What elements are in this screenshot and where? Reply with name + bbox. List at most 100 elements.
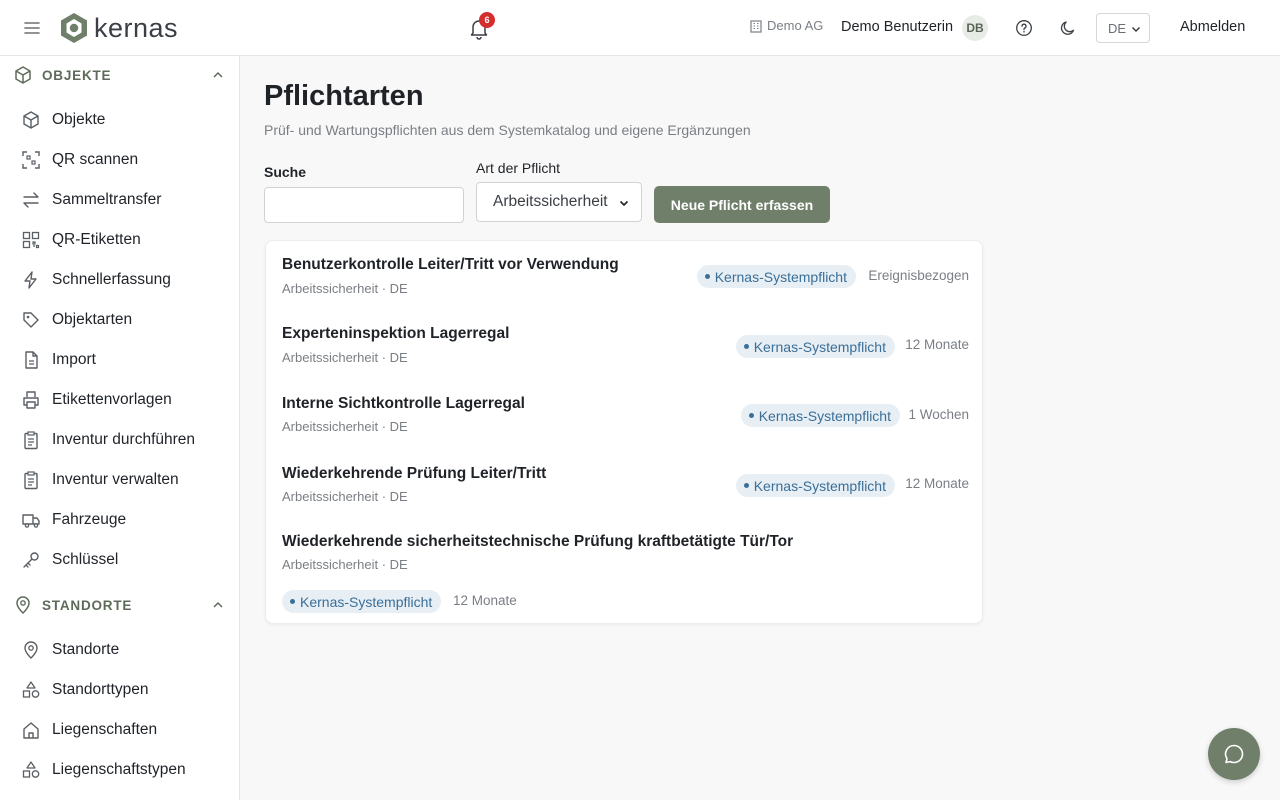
badge-label: Kernas-Systempflicht — [300, 593, 433, 610]
file-icon — [25, 351, 38, 369]
sidebar-section-objekte[interactable]: OBJEKTE — [0, 57, 240, 93]
duty-interval: Ereignisbezogen — [868, 268, 969, 283]
sidebar-item-label: Liegenschaftstypen — [52, 761, 186, 778]
logout-button[interactable]: Abmelden — [1180, 19, 1245, 35]
sidebar-item-label: Schlüssel — [52, 551, 119, 568]
sidebar: OBJEKTE Objekte QR scannen Sammeltransfe… — [0, 56, 240, 800]
chevron-down-icon — [1131, 26, 1141, 33]
badge-label: Kernas-Systempflicht — [753, 338, 886, 355]
sidebar-item-label: Standorte — [52, 641, 120, 658]
clipboard-icon — [24, 431, 38, 450]
qr-scan-icon — [22, 151, 40, 169]
language-select[interactable]: DE — [1096, 13, 1150, 43]
cube-icon — [23, 111, 39, 129]
tag-icon — [23, 312, 39, 328]
search-input[interactable] — [264, 187, 464, 223]
badge-dot — [704, 274, 710, 279]
sidebar-item-schluessel[interactable]: Schlüssel — [0, 540, 240, 580]
duty-type-select[interactable]: Arbeitssicherheit — [476, 182, 642, 222]
page-subtitle: Prüf- und Wartungspflichten aus dem Syst… — [264, 122, 751, 138]
sidebar-item-objekte[interactable]: Objekte — [0, 100, 240, 140]
logo-wordmark: kernas — [94, 12, 179, 43]
list-item[interactable]: Experteninspektion Lagerregal Arbeitssic… — [266, 310, 984, 379]
chevron-up-icon — [213, 601, 223, 608]
sidebar-item-label: Fahrzeuge — [52, 511, 127, 528]
lightning-icon — [24, 271, 37, 289]
system-duty-badge: Kernas-Systempflicht — [735, 335, 895, 358]
user-name[interactable]: Demo Benutzerin — [841, 19, 953, 35]
sidebar-item-label: Sammeltransfer — [52, 191, 162, 208]
top-header: kernas 6 Demo AG Demo Benutzerin DB DE A… — [0, 0, 1280, 56]
badge-dot — [290, 599, 295, 604]
sidebar-item-label: Etikettenvorlagen — [52, 391, 172, 408]
sidebar-section-label: STANDORTE — [42, 597, 133, 613]
sidebar-item-etikettenvorlagen[interactable]: Etikettenvorlagen — [0, 380, 240, 420]
sidebar-item-label: Objektarten — [52, 311, 133, 328]
duty-meta: Arbeitssicherheit · DE — [282, 350, 408, 365]
transfer-arrows-icon — [23, 192, 39, 208]
system-duty-badge: Kernas-Systempflicht — [740, 404, 900, 427]
duty-interval: 12 Monate — [905, 476, 969, 491]
sidebar-item-label: Inventur durchführen — [52, 431, 196, 448]
duty-title: Interne Sichtkontrolle Lagerregal — [282, 395, 525, 412]
sidebar-item-liegenschaftstypen[interactable]: Liegenschaftstypen — [0, 750, 240, 790]
badge-dot — [743, 344, 749, 349]
sidebar-item-inventur-verwalten[interactable]: Inventur verwalten — [0, 460, 240, 500]
sidebar-section-standorte[interactable]: STANDORTE — [0, 587, 240, 623]
duty-interval: 12 Monate — [905, 337, 969, 352]
badge-dot — [743, 483, 749, 488]
sidebar-item-label: Inventur verwalten — [52, 471, 179, 488]
search-label: Suche — [264, 164, 307, 180]
dark-mode-moon-icon[interactable] — [1059, 19, 1077, 37]
badge-dot — [748, 413, 754, 418]
language-value: DE — [1108, 20, 1127, 36]
sidebar-item-liegenschaften[interactable]: Liegenschaften — [0, 710, 240, 750]
duty-title: Wiederkehrende sicherheitstechnische Prü… — [282, 533, 794, 550]
chevron-up-icon — [213, 71, 223, 78]
duty-list-card: Benutzerkontrolle Leiter/Tritt vor Verwe… — [265, 240, 983, 624]
new-duty-button[interactable]: Neue Pflicht erfassen — [654, 186, 830, 223]
list-item[interactable]: Wiederkehrende Prüfung Leiter/Tritt Arbe… — [266, 449, 984, 518]
chat-button[interactable] — [1208, 728, 1260, 780]
list-item[interactable]: Benutzerkontrolle Leiter/Tritt vor Verwe… — [266, 241, 984, 310]
chevron-down-icon — [619, 200, 629, 207]
duty-title: Experteninspektion Lagerregal — [282, 325, 510, 342]
sidebar-item-label: Standorttypen — [52, 681, 149, 698]
map-pin-icon — [16, 596, 30, 615]
system-duty-badge: Kernas-Systempflicht — [735, 474, 895, 497]
shapes-icon — [22, 681, 40, 698]
duty-meta: Arbeitssicherheit · DE — [282, 489, 408, 504]
home-icon — [23, 722, 39, 739]
company-switcher[interactable]: Demo AG — [749, 18, 823, 33]
list-item[interactable]: Interne Sichtkontrolle Lagerregal Arbeit… — [266, 379, 984, 449]
duty-meta: Arbeitssicherheit · DE — [282, 557, 408, 572]
cube-icon — [15, 66, 31, 84]
printer-icon — [23, 391, 39, 409]
sidebar-item-sammeltransfer[interactable]: Sammeltransfer — [0, 180, 240, 220]
key-icon — [23, 552, 39, 568]
logo-hexagon-icon — [61, 13, 87, 43]
sidebar-item-label: QR scannen — [52, 151, 139, 168]
sidebar-item-label: Import — [52, 351, 96, 368]
avatar[interactable]: DB — [962, 15, 988, 41]
sidebar-item-objektarten[interactable]: Objektarten — [0, 300, 240, 340]
sidebar-item-inventur-durchfuehren[interactable]: Inventur durchführen — [0, 420, 240, 460]
sidebar-item-standorte[interactable]: Standorte — [0, 630, 240, 670]
badge-label: Kernas-Systempflicht — [758, 407, 891, 424]
logo[interactable]: kernas — [60, 12, 178, 44]
duty-type-label: Art der Pflicht — [476, 160, 561, 176]
sidebar-item-schnellerfassung[interactable]: Schnellerfassung — [0, 260, 240, 300]
sidebar-item-qr-etiketten[interactable]: QR-Etiketten — [0, 220, 240, 260]
company-name: Demo AG — [767, 18, 824, 33]
qr-code-icon — [22, 231, 40, 249]
sidebar-item-import[interactable]: Import — [0, 340, 240, 380]
building-icon — [750, 19, 762, 33]
sidebar-item-fahrzeuge[interactable]: Fahrzeuge — [0, 500, 240, 540]
clipboard-list-icon — [24, 471, 38, 490]
hamburger-menu-icon[interactable] — [22, 18, 42, 38]
help-icon[interactable] — [1015, 19, 1033, 37]
sidebar-item-standorttypen[interactable]: Standorttypen — [0, 670, 240, 710]
list-item[interactable]: Wiederkehrende sicherheitstechnische Prü… — [266, 518, 984, 624]
duty-meta: Arbeitssicherheit · DE — [282, 419, 408, 434]
sidebar-item-qr-scannen[interactable]: QR scannen — [0, 140, 240, 180]
